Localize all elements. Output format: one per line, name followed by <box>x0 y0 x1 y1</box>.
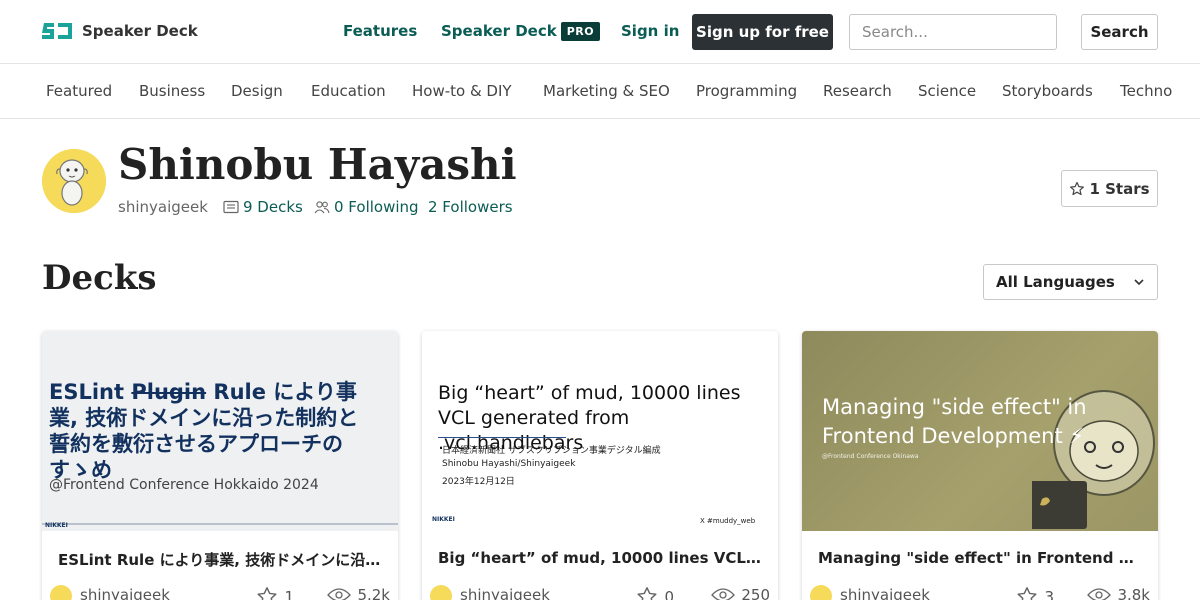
thumbnail-footer-logo: NIKKEI <box>45 522 68 529</box>
deck-stars: 1 <box>256 586 294 600</box>
author-name[interactable]: shinyaigeek <box>460 586 550 600</box>
deck-meta: shinyaigeek 3 3.8k <box>810 585 1150 600</box>
thumbnail-title-part-a: ESLint <box>49 380 132 404</box>
language-select-value: All Languages <box>996 273 1115 291</box>
users-icon <box>314 201 330 214</box>
nav-features-link[interactable]: Features <box>343 22 417 40</box>
thumbnail-title: ESLint Plugin Rule により事業, 技術ドメインに沿った制約と誓… <box>49 379 379 483</box>
category-how-to-diy[interactable]: How-to & DIY <box>412 82 512 100</box>
category-science[interactable]: Science <box>918 82 976 100</box>
search-button[interactable]: Search <box>1081 14 1158 50</box>
category-technology[interactable]: Techno <box>1120 82 1172 100</box>
eye-icon <box>327 588 352 600</box>
deck-views: 5.2k <box>327 586 390 600</box>
thumbnail-org: 日本経済新聞社 サブスクリプション事業デジタル編成 <box>442 446 661 456</box>
eye-icon <box>1087 588 1112 600</box>
site-header: Speaker Deck Features Speaker Deck PRO Si… <box>0 0 1200 64</box>
stars-button[interactable]: 1 Stars <box>1061 170 1158 207</box>
monkey-avatar-icon <box>42 149 106 213</box>
author-name[interactable]: shinyaigeek <box>80 586 170 600</box>
speaker-deck-logo-icon <box>42 23 72 39</box>
thumbnail-subtitle: @Frontend Conference Okinawa <box>822 453 919 460</box>
category-business[interactable]: Business <box>139 82 205 100</box>
deck-card[interactable]: Big “heart” of mud, 10000 lines VCL gene… <box>422 331 778 600</box>
deck-views-count: 3.8k <box>1117 586 1150 600</box>
star-icon <box>1070 181 1085 195</box>
deck-views: 3.8k <box>1087 586 1150 600</box>
deck-title[interactable]: ESLint Rule により事業, 技術ドメインに沿... <box>58 549 382 570</box>
category-design[interactable]: Design <box>231 82 283 100</box>
deck-stars: 3 <box>1016 586 1054 600</box>
category-research[interactable]: Research <box>823 82 892 100</box>
deck-thumbnail[interactable]: Managing "side effect" in Frontend Devel… <box>802 331 1158 531</box>
deck-meta: shinyaigeek 0 250 <box>430 585 770 600</box>
thumbnail-divider <box>438 437 566 438</box>
deck-stars: 0 <box>636 586 674 600</box>
signup-button[interactable]: Sign up for free <box>692 14 833 50</box>
language-select[interactable]: All Languages <box>983 264 1158 300</box>
profile-handle: shinyaigeek <box>118 198 208 216</box>
stars-label: 1 Stars <box>1089 179 1150 198</box>
decks-count: 9 Decks <box>243 198 303 216</box>
deck-stars-count: 1 <box>284 588 294 600</box>
category-nav: Featured Business Design Education How-t… <box>0 65 1200 119</box>
nav-speakerdeck-pro-label: Speaker Deck <box>441 22 557 40</box>
author-avatar[interactable] <box>50 585 72 600</box>
star-icon <box>637 587 657 600</box>
following-count: 0 Following <box>334 198 419 216</box>
following-link[interactable]: 0 Following <box>314 198 419 216</box>
category-programming[interactable]: Programming <box>696 82 797 100</box>
deck-views-count: 5.2k <box>357 586 390 600</box>
profile-name: Shinobu Hayashi <box>118 140 517 189</box>
deck-thumbnail[interactable]: ESLint Plugin Rule により事業, 技術ドメインに沿った制約と誓… <box>42 331 398 531</box>
category-storyboards[interactable]: Storyboards <box>1002 82 1093 100</box>
deck-card[interactable]: Managing "side effect" in Frontend Devel… <box>802 331 1158 600</box>
deck-thumbnail[interactable]: Big “heart” of mud, 10000 lines VCL gene… <box>422 331 778 531</box>
author-name[interactable]: shinyaigeek <box>840 586 930 600</box>
thumbnail-author: Shinobu Hayashi/Shinyaigeek <box>442 459 576 469</box>
thumbnail-hashtag: X #muddy_web <box>700 517 756 525</box>
thumbnail-title: Managing "side effect" in Frontend Devel… <box>822 395 1087 448</box>
followers-count: 2 Followers <box>428 198 513 216</box>
deck-title[interactable]: Big “heart” of mud, 10000 lines VCL gene… <box>438 549 762 567</box>
thumbnail-date: 2023年12月12日 <box>442 477 515 487</box>
eye-icon <box>711 588 736 600</box>
deck-title[interactable]: Managing "side effect" in Frontend Devel… <box>818 549 1142 567</box>
deck-icon <box>223 200 239 214</box>
deck-stars-count: 3 <box>1044 588 1054 600</box>
search-input[interactable] <box>849 14 1057 50</box>
profile-avatar <box>42 149 106 213</box>
pro-badge: PRO <box>560 22 601 41</box>
logo[interactable]: Speaker Deck <box>42 20 198 42</box>
decks-count-link[interactable]: 9 Decks <box>223 198 303 216</box>
thumbnail-title-strike: Plugin <box>131 380 207 404</box>
thumbnail-divider <box>42 523 398 525</box>
logo-text: Speaker Deck <box>82 22 198 40</box>
category-featured[interactable]: Featured <box>46 82 112 100</box>
category-marketing-seo[interactable]: Marketing & SEO <box>543 82 670 100</box>
nav-speakerdeck-pro-link[interactable]: Speaker Deck PRO <box>441 22 601 41</box>
decks-heading: Decks <box>42 258 157 298</box>
author-avatar[interactable] <box>430 585 452 600</box>
followers-link[interactable]: 2 Followers <box>428 198 513 216</box>
deck-stars-count: 0 <box>664 588 674 600</box>
deck-card[interactable]: ESLint Plugin Rule により事業, 技術ドメインに沿った制約と誓… <box>42 331 398 600</box>
star-icon <box>1017 587 1037 600</box>
deck-views-count: 250 <box>741 586 770 600</box>
thumbnail-footer-logo: NIKKEI <box>432 516 455 523</box>
deck-views: 250 <box>711 586 770 600</box>
nav-signin-link[interactable]: Sign in <box>621 22 679 40</box>
author-avatar[interactable] <box>810 585 832 600</box>
star-icon <box>257 587 277 600</box>
category-education[interactable]: Education <box>311 82 386 100</box>
deck-meta: shinyaigeek 1 5.2k <box>50 585 390 600</box>
chevron-down-icon <box>1134 279 1144 286</box>
thumbnail-subtitle: @Frontend Conference Hokkaido 2024 <box>49 477 319 493</box>
